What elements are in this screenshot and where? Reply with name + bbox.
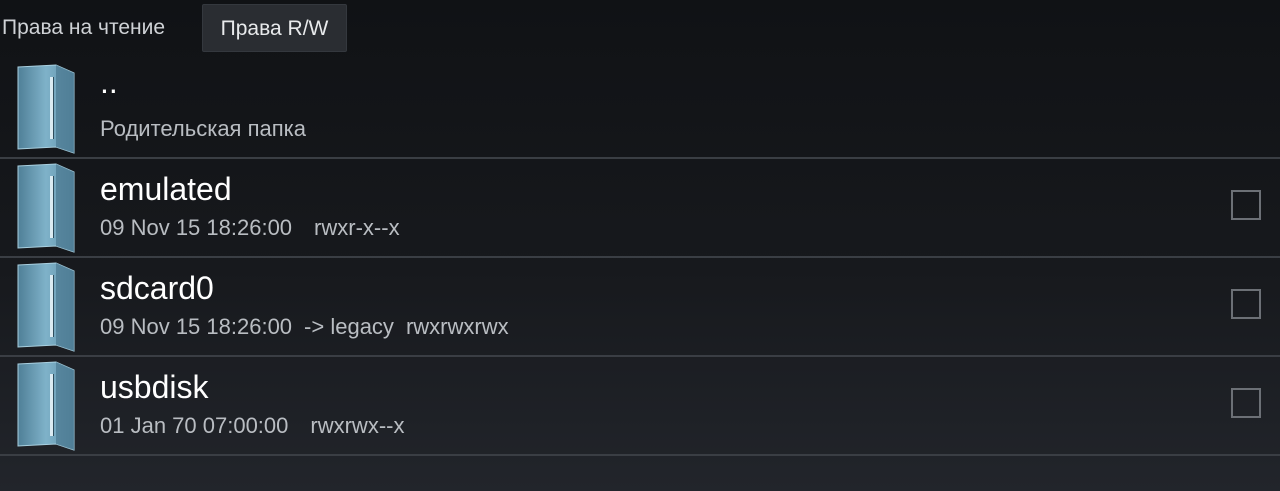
row-permissions: rwxr-x--x [314, 215, 400, 240]
permissions-tab-bar: Права на чтение Права R/W [0, 0, 1280, 56]
row-permissions: rwxrwxrwx [405, 314, 509, 339]
row-name: sdcard0 [100, 270, 214, 306]
row-symlink-target: -> legacy [304, 314, 394, 339]
folder-icon [16, 261, 76, 353]
row-subtitle: Родительская папка [100, 116, 306, 141]
row-name: emulated [100, 171, 232, 207]
row-meta: 01 Jan 70 07:00:00 rwxrwx--x [100, 413, 426, 439]
tab-rw-permissions[interactable]: Права R/W [202, 4, 347, 52]
list-item-emulated[interactable]: emulated 09 Nov 15 18:26:00 rwxr-x--x [0, 159, 1280, 258]
list-item-parent-folder[interactable]: .. Родительская папка [0, 60, 1280, 159]
row-meta: 09 Nov 15 18:26:00 rwxr-x--x [100, 215, 422, 241]
list-item-usbdisk[interactable]: usbdisk 01 Jan 70 07:00:00 rwxrwx--x [0, 357, 1280, 456]
file-list: .. Родительская папка emulated 09 Nov 15… [0, 60, 1280, 456]
list-item-sdcard0[interactable]: sdcard0 09 Nov 15 18:26:00 -> legacy rwxrw… [0, 258, 1280, 357]
row-date: 01 Jan 70 07:00:00 [100, 413, 289, 438]
tab-read-permissions[interactable]: Права на чтение [0, 4, 167, 52]
row-meta: 09 Nov 15 18:26:00 -> legacy rwxrwxrwx [100, 314, 531, 340]
folder-icon [16, 360, 76, 452]
row-checkbox[interactable] [1231, 388, 1261, 418]
folder-icon [16, 162, 76, 254]
folder-icon [16, 63, 76, 155]
row-date: 09 Nov 15 18:26:00 [100, 314, 293, 339]
row-permissions: rwxrwx--x [310, 413, 405, 438]
row-name: .. [100, 64, 118, 100]
row-date: 09 Nov 15 18:26:00 [100, 215, 293, 240]
row-checkbox[interactable] [1231, 289, 1261, 319]
row-checkbox[interactable] [1231, 190, 1261, 220]
row-name: usbdisk [100, 369, 209, 405]
